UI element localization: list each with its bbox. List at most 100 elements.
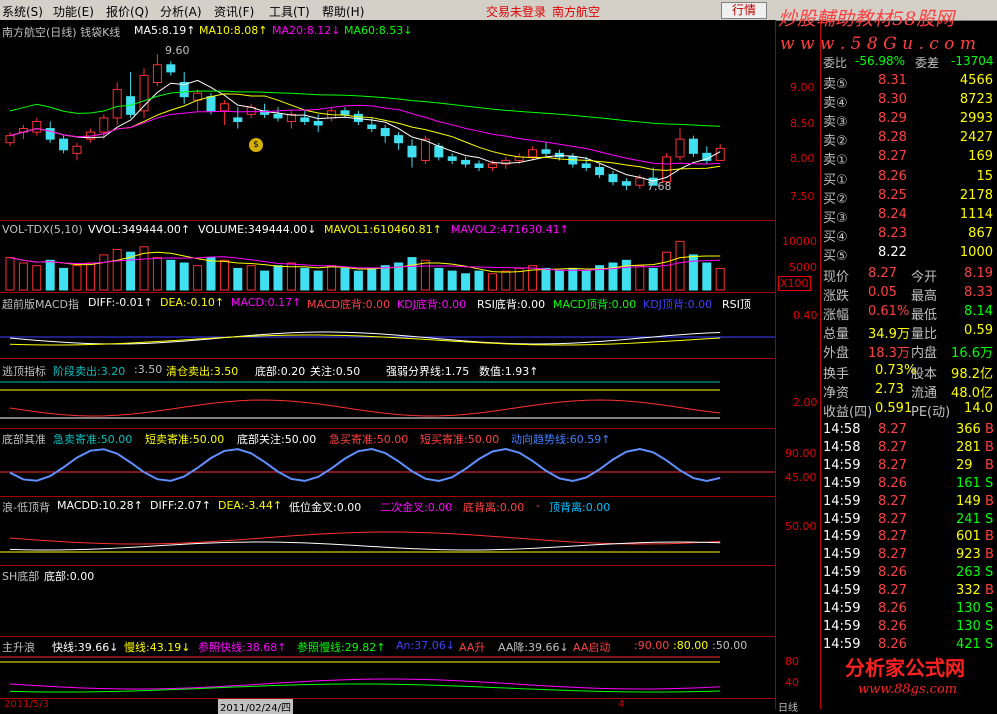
tick-row[interactable]: 14:59 8.27 601 B	[823, 529, 995, 547]
stat-label: 量比	[911, 327, 938, 342]
bottom-focus: 底部关注:50.00	[237, 433, 317, 446]
tick-direction: B	[985, 422, 994, 437]
volume-bar	[353, 270, 363, 291]
buy-volume: 1000	[959, 245, 993, 260]
sell-price: 8.30	[878, 92, 907, 107]
volume-bar	[420, 259, 430, 291]
volume-bar	[152, 257, 162, 291]
tick-row[interactable]: 14:59 8.27 332 B	[823, 583, 995, 601]
volume-bar	[621, 259, 631, 291]
candle-body	[675, 138, 685, 158]
order-ratio-label: 委比	[823, 56, 848, 70]
buy-row[interactable]: 买① 8.26 15	[823, 169, 995, 188]
rise-aa-start: AA启动	[573, 641, 611, 654]
volume-bar	[5, 257, 15, 291]
stat-row[interactable]: 外盘 18.3万 内盘 16.6万	[823, 342, 995, 361]
volume-bar	[166, 259, 176, 291]
rise-tick: 40	[785, 676, 799, 689]
panel-divider	[0, 565, 775, 566]
volume-bar	[528, 265, 538, 291]
tick-row[interactable]: 14:59 8.27 241 S	[823, 512, 995, 530]
tick-volume: 281	[956, 439, 981, 455]
candle-body	[99, 117, 109, 133]
trend-line: 动向趋势线:60.59↑	[511, 433, 611, 446]
stat-value: 0.05	[868, 285, 897, 300]
panel-divider	[0, 292, 775, 293]
stat-row[interactable]: 涨跌 0.05 最高 8.33	[823, 285, 995, 304]
volume-bar	[635, 265, 645, 291]
tick-direction: S	[985, 475, 994, 491]
buy-row[interactable]: 买⑤ 8.22 1000	[823, 245, 995, 264]
stat-row[interactable]: 总量 34.9万 量比 0.59	[823, 323, 995, 342]
sell-row[interactable]: 卖④ 8.30 8723	[823, 92, 995, 111]
buy-price: 8.24	[878, 207, 907, 222]
volume-bar	[675, 240, 685, 291]
volume-bar	[327, 265, 337, 291]
stat-value: 8.27	[868, 266, 897, 281]
tick-direction: S	[985, 618, 994, 634]
volume-bar	[461, 273, 471, 291]
volume-bar	[434, 267, 444, 291]
tick-row[interactable]: 14:59 8.26 130 S	[823, 619, 995, 637]
buy-row[interactable]: 买② 8.25 2178	[823, 188, 995, 207]
macd-bottom-div: MACD底背:0.00	[307, 298, 391, 311]
escape-bottom: 底部:0.20	[255, 365, 306, 378]
sell-row[interactable]: 卖⑤ 8.31 4566	[823, 73, 995, 92]
mavol2-value: MAVOL2:471630.41↑	[451, 223, 569, 236]
tick-price: 8.27	[878, 493, 907, 509]
buy-price: 8.22	[878, 245, 907, 260]
stat-row[interactable]: 换手 0.73% 股本 98.2亿	[823, 363, 995, 382]
sell-level-label: 卖①	[823, 153, 848, 168]
tick-row[interactable]: 14:58 8.27 281 B	[823, 440, 995, 458]
volume-bar	[380, 265, 390, 291]
stat-value: 16.6万	[951, 346, 993, 361]
volume-bar	[568, 267, 578, 291]
stat-value: 8.19	[964, 266, 993, 281]
rise-ref-slow: 参照慢线:29.82↑	[297, 641, 386, 654]
sell-volume: 8723	[959, 92, 993, 107]
candle-body	[59, 138, 69, 151]
stat-label: 内盘	[911, 346, 938, 361]
stat-row[interactable]: 涨幅 0.61% 最低 8.14	[823, 304, 995, 323]
tick-row[interactable]: 14:59 8.27 923 B	[823, 547, 995, 565]
tick-row[interactable]: 14:59 8.27 149 B	[823, 494, 995, 512]
stat-label: 流通	[911, 386, 938, 401]
sh-bottom: 底部:0.00	[44, 570, 95, 583]
stat-label: 今开	[911, 270, 938, 285]
stat-label: 净资	[823, 386, 850, 401]
buy-row[interactable]: 买④ 8.23 867	[823, 226, 995, 245]
tick-row[interactable]: 14:59 8.26 263 S	[823, 565, 995, 583]
rsi-bottom-div: RSI底背:0.00	[477, 298, 546, 311]
buy-row[interactable]: 买③ 8.24 1114	[823, 207, 995, 226]
date-tick: 4	[618, 699, 625, 710]
stat-row[interactable]: 收益(四) 0.591 PE(动) 14.0	[823, 401, 995, 420]
rush-buy: 急买寄准:50.00	[329, 433, 409, 446]
sell-volume: 2427	[959, 130, 993, 145]
sell-row[interactable]: 卖① 8.27 169	[823, 149, 995, 168]
rise-50: :50.00	[712, 639, 748, 652]
tick-row[interactable]: 14:59 8.27 29 B	[823, 458, 995, 476]
stat-value: 98.2亿	[951, 367, 993, 382]
tick-row[interactable]: 14:59 8.26 161 S	[823, 476, 995, 494]
sell-price: 8.27	[878, 149, 907, 164]
wave-bottom-div: 底背离:0.00	[463, 501, 525, 514]
volume-bar	[179, 262, 189, 291]
tick-direction: B	[985, 457, 994, 473]
date-left: 2011/5/3	[4, 699, 49, 710]
watermark-bottom-title: 分析家公式网	[845, 656, 965, 680]
tick-row[interactable]: 14:58 8.27 366 B	[823, 422, 995, 440]
tick-price: 8.26	[878, 618, 907, 634]
tick-row[interactable]: 14:59 8.26 130 S	[823, 601, 995, 619]
volume-value: VOLUME:349444.00↓	[198, 223, 317, 236]
tick-direction: B	[985, 529, 994, 545]
stat-label: PE(动)	[911, 405, 951, 420]
stat-row[interactable]: 净资 2.73 流通 48.0亿	[823, 382, 995, 401]
panel-divider	[0, 698, 775, 699]
mavol1-value: MAVOL1:610460.81↑	[324, 223, 442, 236]
buy-price: 8.25	[878, 188, 907, 203]
sell-row[interactable]: 卖② 8.28 2427	[823, 130, 995, 149]
sell-row[interactable]: 卖③ 8.29 2993	[823, 111, 995, 130]
volume-bar	[112, 249, 122, 291]
rise-ref-fast: 参照快线:38.68↑	[198, 641, 287, 654]
stat-row[interactable]: 现价 8.27 今开 8.19	[823, 266, 995, 285]
